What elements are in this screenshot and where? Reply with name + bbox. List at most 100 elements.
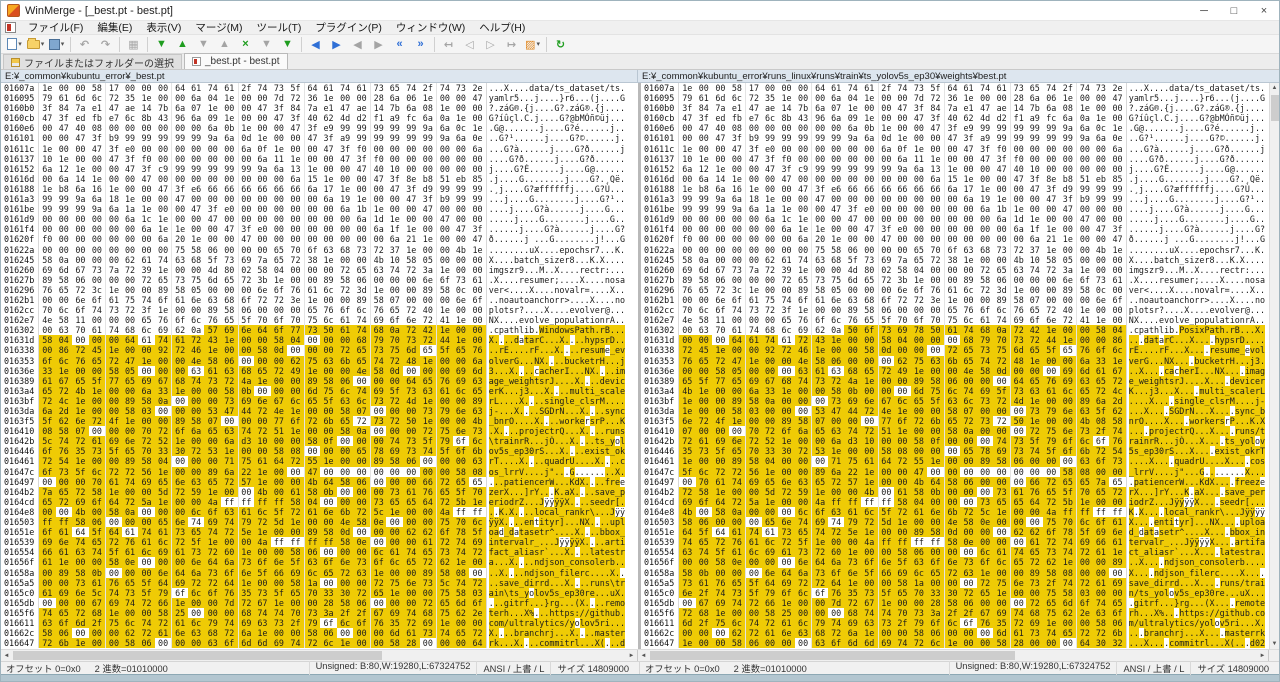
copy-left-advance-button[interactable]: ◀ [348,36,367,53]
hex-pane-right[interactable]: 01607a1e00005817000000646174612f74735f64… [641,83,1269,649]
open-button[interactable]: ▾ [26,36,45,53]
hex-row[interactable]: 01631d0000006461746172431e00005804000000… [641,335,1269,345]
hex-row[interactable]: 0164b27a6572581e00005d72591e00004b006158… [1,487,638,497]
hex-row[interactable]: 0163a465724b1e00006a331e0000580b0000006d… [1,386,638,396]
hex-row[interactable]: 0165db0067697472661e00007d72671e00002858… [641,598,1269,608]
scroll-right-icon[interactable]: ► [1257,650,1268,661]
hex-row[interactable]: 0162b100006e6f6175746f616e63686f72723e1e… [641,295,1269,305]
hex-row[interactable]: 016539696e74657276616c725f1e00004affffff… [1,537,638,547]
hex-row[interactable]: 0163da1e00005803000000534744724e1e000058… [641,406,1269,416]
hex-row[interactable]: 0162cc706c6f7473723f1e000089580600000065… [641,305,1269,315]
hex-row[interactable]: 0160cb473fedfbe76c8b43966a091e0000473f40… [641,113,1269,123]
scroll-left-icon[interactable]: ◄ [638,650,649,661]
hex-row[interactable]: 016245580a00000062617463685f73697a657238… [641,255,1269,265]
hex-row[interactable]: 0164e84b00580a0000006c6f63616c5f72616e6b… [641,507,1269,517]
hex-row[interactable]: 0161be9999999a6a1a1e0000473fe00000000000… [1,204,638,214]
hex-row[interactable]: 01633872451e00009272461e0000580d00000072… [641,345,1269,355]
vertical-scroll-thumb[interactable] [1271,95,1279,121]
hex-row[interactable]: 016260696d67737a72391e00004d800258040000… [1,265,638,275]
close-button[interactable]: × [1249,1,1279,20]
hex-row[interactable]: 0163f55f626e724f1e0000895807000000776f72… [1,416,638,426]
menu-tools[interactable]: ツール(T) [249,21,308,34]
options-button[interactable]: ▨▾ [523,36,542,53]
hex-row[interactable]: 01627b895806000000726573756d65723b1e0000… [1,275,638,285]
hex-row[interactable]: 0160e6004740080000000000006a0b1e0000473f… [641,123,1269,133]
tab-compare-best-pt[interactable]: _best.pt - best.pt [184,53,288,69]
hex-row[interactable]: 0162cc706c6f7473723f1e000089580600000065… [1,305,638,315]
hex-row[interactable]: 0160e6004740080000000000006a0b1e0000473f… [1,123,638,133]
hex-row[interactable]: 01611c1e0000473fe00000000000006a0f1e0000… [641,144,1269,154]
hex-pane-left[interactable]: 01607a1e00005817000000646174612f74735f64… [1,83,638,649]
hex-row[interactable]: 016245580a00000062617463685f73697a657238… [1,255,638,265]
hex-row[interactable]: 0161f40000000000006a1e1e0000473fe0000000… [1,224,638,234]
hex-row[interactable]: 0166116d2f756c7472616c79746963732f796f6c… [641,618,1269,628]
hex-row[interactable]: 0161a399999a6a181e0000470000000000000000… [1,194,638,204]
hex-row[interactable]: 0161010000473fb999999999999a6a0d1e000047… [1,133,638,143]
hex-row[interactable]: 0161881eb86a161e0000473fe66666666666666a… [641,184,1269,194]
hex-row[interactable]: 0163020063706174686c69620a506f7369785061… [641,325,1269,335]
copy-all-right-button[interactable]: » [411,36,430,53]
hex-row[interactable]: 01658a580b0000006e646a736f6e5f66696c6572… [641,568,1269,578]
next-conflict-button[interactable]: ▼ [257,36,276,53]
hex-row[interactable]: 0165c06e2f74735f796f6c6f7635735f65703330… [641,588,1269,598]
next-file-button[interactable]: ▷ [481,36,500,53]
left-file-path[interactable]: E:¥_common¥kubuntu_error¥_best.pt [1,70,638,82]
hex-row[interactable]: 01662c0000006272616e6368726a1e0000580600… [641,628,1269,638]
hex-row[interactable]: 01620ff00000000000006a201e00004700000000… [1,234,638,244]
scroll-right-icon[interactable]: ► [626,650,637,661]
maximize-button[interactable]: □ [1219,1,1249,20]
hex-row[interactable]: 01622a000000000000000075580600000065706f… [1,245,638,255]
tab-file-selection[interactable]: ファイルまたはフォルダーの選択 [3,54,182,69]
hex-row[interactable]: 01647c6f735f6c7272561e0000896a221e000047… [1,467,638,477]
dropdown-arrow-icon[interactable]: ▾ [536,40,540,48]
scroll-down-icon[interactable]: ▼ [1270,639,1279,649]
copy-all-left-button[interactable]: « [390,36,409,53]
hex-row[interactable]: 01636e331e00005805000000636163686572491e… [1,366,638,376]
hex-row[interactable]: 01636e00005805000000636163686572491e0000… [641,366,1269,376]
menu-edit[interactable]: 編集(E) [90,21,139,34]
dropdown-arrow-icon[interactable]: ▾ [41,40,45,48]
hex-row[interactable]: 01644635735f6570333072531e00005808000000… [641,446,1269,456]
previous-file-button[interactable]: ◁ [460,36,479,53]
hex-row[interactable]: 0166471e00005806000000636f6d6d6974726c1e… [641,638,1269,648]
hex-row[interactable]: 01631d58040000006461746172431e0000580400… [1,335,638,345]
hex-row[interactable]: 01646172541e0000895804000000717561647255… [1,456,638,466]
hex-row[interactable]: 0162e74e581100000065766f6c76655f706f7075… [1,315,638,325]
hex-row[interactable]: 0163f56e724f1e0000895807000000776f726b65… [641,416,1269,426]
undo-button[interactable]: ↶ [75,36,94,53]
new-button[interactable]: ▾ [5,36,24,53]
recompare-button[interactable]: ▦ [124,36,143,53]
hex-row[interactable]: 0163896167655f77656967687473724a1e000089… [1,376,638,386]
hex-row[interactable]: 0164b272581e00005d72591e00004b0061580b00… [641,487,1269,497]
menu-merge[interactable]: マージ(M) [188,21,249,34]
hex-row[interactable]: 01662c58060000006272616e6368726a1e000058… [1,628,638,638]
hex-row[interactable]: 01642b7261696e72521e00006ad3100000580f00… [641,436,1269,446]
hex-row[interactable]: 0160b03f847ae147ae147b6a071e0000473f847a… [1,103,638,113]
menu-file[interactable]: ファイル(F) [21,21,90,34]
previous-difference-button[interactable]: ▲ [173,36,192,53]
vertical-scrollbar[interactable]: ▲ ▼ [1269,83,1279,649]
hex-row[interactable]: 0161be9999999a6a1a1e0000473fe00000000000… [641,204,1269,214]
hex-row[interactable]: 0161d900000000006a1c1e000047000000000000… [641,214,1269,224]
hex-row[interactable]: 0161d900000000006a1c1e000047000000000000… [1,214,638,224]
hex-row[interactable]: 01658a0089580b0000006e646a736f6e5f66696c… [1,568,638,578]
hex-row[interactable]: 0164611e00008958040000007175616472551e00… [641,456,1269,466]
hex-row[interactable]: 0165f6746572681e000058250000006874747073… [1,608,638,618]
hex-row[interactable]: 016260696d67737a72391e00004d800258040000… [641,265,1269,275]
hex-row[interactable]: 0165f672681e0000582500000068747470733a2f… [641,608,1269,618]
current-difference-button[interactable]: ▼ [194,36,213,53]
hex-row[interactable]: 01649700000070617469656e636572571e00004b… [1,477,638,487]
hex-row[interactable]: 0163536f6c766572471e00004e58060000006275… [1,356,638,366]
hex-row[interactable]: 0162967665723c1e00008958050000006e6f7661… [641,285,1269,295]
hex-row[interactable]: 0163020063706174686c69620a57696e646f7773… [1,325,638,335]
dropdown-arrow-icon[interactable]: ▾ [18,40,22,48]
hex-row[interactable]: 01609579616d6c72351e00006a041e00007d7236… [641,93,1269,103]
previous-conflict-button[interactable]: ▲ [215,36,234,53]
hex-row[interactable]: 0164cd696f64725a1e00004affffffff58040000… [641,497,1269,507]
hex-row[interactable]: 016554666163745f616c69617372601e00005806… [1,547,638,557]
hex-row[interactable]: 016647726b1e00005806000000636f6d6d697472… [1,638,638,648]
hex-row[interactable]: 0164100700000070726f6a65637472511e000058… [641,426,1269,436]
hex-row[interactable]: 0164cd6572696f64725a1e00004affffffff5804… [1,497,638,507]
menu-view[interactable]: 表示(V) [139,21,188,34]
hex-row[interactable]: 0164e800004b00580a0000006c6f63616c5f7261… [1,507,638,517]
